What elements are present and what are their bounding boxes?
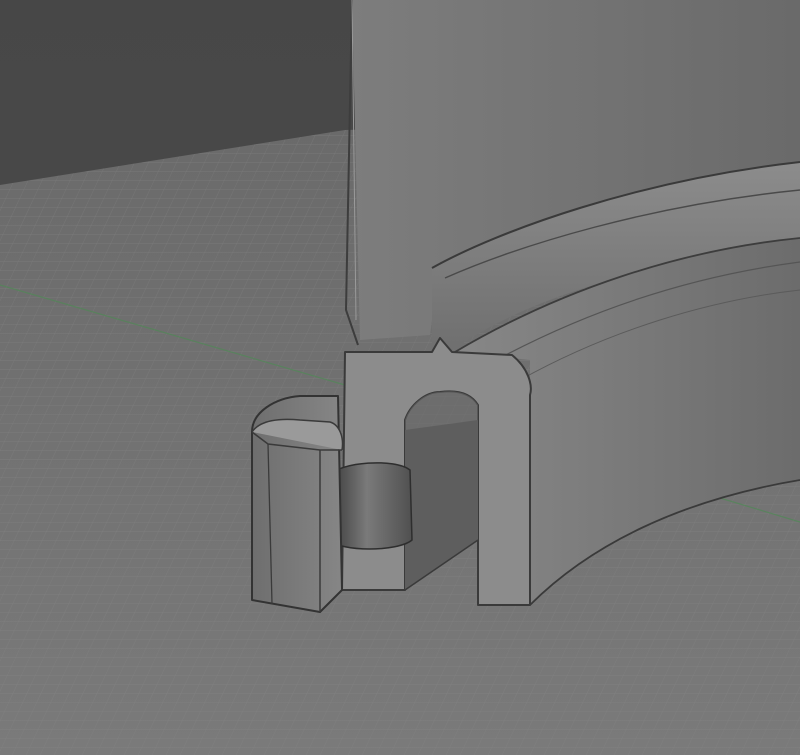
3d-viewport[interactable]	[0, 0, 800, 755]
scene-svg[interactable]	[0, 0, 800, 755]
left-block[interactable]	[251, 395, 344, 613]
